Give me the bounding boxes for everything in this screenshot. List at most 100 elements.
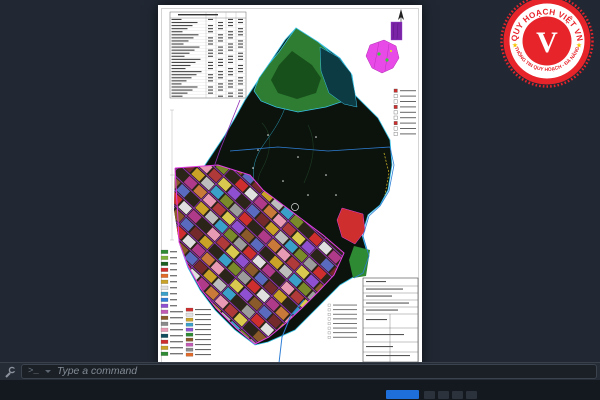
urban-block[interactable] [173,301,187,315]
legend-label [170,299,177,300]
legend-label [170,317,183,318]
urban-block[interactable] [158,208,168,222]
urban-block[interactable] [197,143,211,157]
legend-swatch[interactable] [186,328,193,331]
watermark-badge: QUY HOẠCH VIỆT VN THÔNG TIN QUY HOẠCH - … [496,0,600,90]
legend-label [170,251,177,252]
urban-block[interactable] [171,285,185,299]
legend-swatch[interactable] [186,313,193,316]
location-inset[interactable] [366,22,402,73]
legend-swatch[interactable] [161,256,168,260]
legend-label [195,354,211,355]
land-use-table[interactable] [170,12,246,98]
legend-swatch[interactable] [186,353,193,356]
star-icon: ★ [576,42,582,50]
legend-swatch[interactable] [161,352,168,356]
urban-block[interactable] [158,225,170,239]
command-placeholder: Type a command [57,366,137,377]
legend-label [170,257,177,258]
model-space-button[interactable] [386,390,419,399]
urban-block[interactable] [200,311,214,325]
legend-swatch[interactable] [161,292,168,296]
legend-swatch[interactable] [161,346,168,350]
urban-block[interactable] [183,310,197,324]
symbol-list [394,89,416,136]
legend-label [170,293,177,294]
status-icon[interactable] [438,391,449,399]
legend-swatch[interactable] [161,280,168,284]
drawing-sheet[interactable] [158,5,422,368]
legend-label [170,329,183,330]
legend-label [170,263,177,264]
legend-label [195,319,211,320]
legend-swatch[interactable] [186,308,193,311]
command-input[interactable]: >_ Type a command [21,364,597,379]
urban-block[interactable] [238,347,252,361]
legend-label [195,314,211,315]
legend-swatch[interactable] [161,310,168,314]
status-icon[interactable] [452,391,463,399]
legend-swatch[interactable] [186,338,193,341]
status-icon[interactable] [466,391,477,399]
legend-swatch[interactable] [161,328,168,332]
urban-block[interactable] [209,320,223,334]
urban-block[interactable] [163,217,177,231]
legend-label [170,353,183,354]
status-icon[interactable] [424,391,435,399]
legend-swatch[interactable] [161,304,168,308]
legend-label [170,323,183,324]
legend-label [195,329,211,330]
legend-swatch[interactable] [186,348,193,351]
legend-label [170,311,183,312]
legend-swatch[interactable] [161,298,168,302]
legend-label [170,347,183,348]
urban-block[interactable] [228,338,242,352]
urban-block[interactable] [189,151,203,165]
legend-swatch[interactable] [186,323,193,326]
legend-label [195,334,211,335]
command-prompt-icon: >_ [28,367,39,376]
urban-block[interactable] [211,337,225,351]
legend-swatch[interactable] [186,318,193,321]
legend-swatch[interactable] [161,262,168,266]
legend-label [195,344,211,345]
legend-swatch[interactable] [186,343,193,346]
urban-block[interactable] [221,346,235,360]
urban-block[interactable] [204,135,218,149]
legend-label [195,349,211,350]
legend-swatch[interactable] [186,333,193,336]
urban-block[interactable] [219,329,233,343]
legend-swatch[interactable] [161,250,168,254]
legend-label [170,305,177,306]
legend-swatch[interactable] [161,274,168,278]
legend-swatch[interactable] [161,268,168,272]
wrench-icon[interactable] [3,365,17,379]
command-bar[interactable]: >_ Type a command [0,362,600,380]
dimension-line [170,110,174,240]
legend-label [170,275,177,276]
legend-label [195,309,211,310]
legend-swatch[interactable] [161,340,168,344]
notes-block [328,304,357,339]
title-block [363,278,418,362]
urban-block[interactable] [161,200,175,214]
status-bar [0,380,600,400]
legend-swatch[interactable] [161,322,168,326]
legend-label [170,269,177,270]
star-icon: ★ [512,42,518,50]
urban-block[interactable] [158,275,159,289]
urban-block[interactable] [179,277,193,291]
command-history-caret[interactable] [45,370,51,373]
legend-label [195,339,211,340]
legend-label [170,287,177,288]
legend-label [170,335,183,336]
legend-swatch[interactable] [161,316,168,320]
badge-letter: V [536,26,558,59]
legend-swatch[interactable] [161,286,168,290]
legend-swatch[interactable] [161,334,168,338]
legend-label [170,281,177,282]
urban-block[interactable] [158,191,166,205]
legend-label [195,324,211,325]
planning-map[interactable] [158,5,422,368]
autocad-canvas[interactable]: QUY HOẠCH VIỆT VN THÔNG TIN QUY HOẠCH - … [0,0,600,400]
